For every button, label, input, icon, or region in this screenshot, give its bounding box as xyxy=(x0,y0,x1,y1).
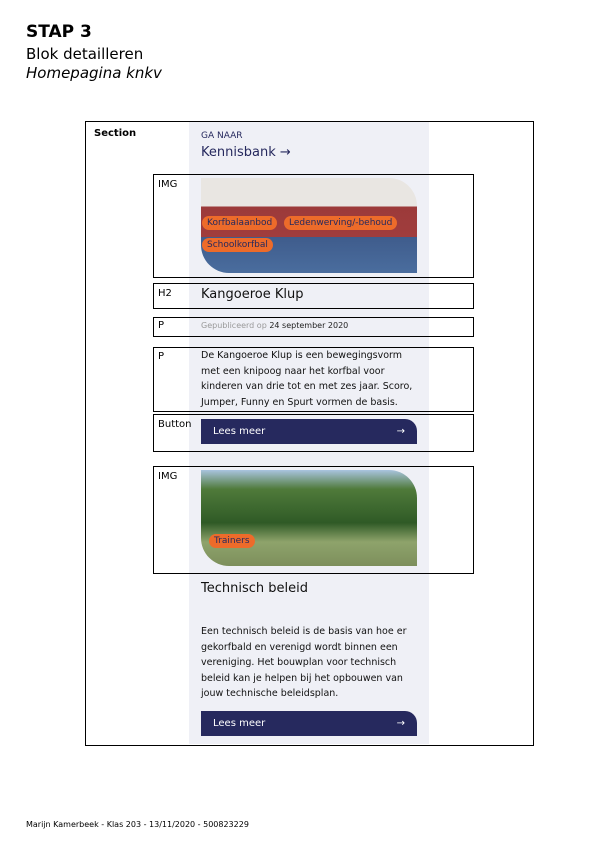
card-text: Een technisch beleid is de basis van hoe… xyxy=(201,626,407,699)
card-image-korfbal-hall: Korfbalaanbod Ledenwerving/-behoud Schoo… xyxy=(201,178,417,273)
read-more-button[interactable]: Lees meer → xyxy=(201,711,417,736)
kennisbank-link[interactable]: Kennisbank → xyxy=(201,145,291,160)
p-label: P xyxy=(158,320,165,331)
p-label: P xyxy=(158,351,165,362)
read-more-button[interactable]: Lees meer → xyxy=(201,419,417,444)
card-title: Technisch beleid xyxy=(201,581,308,596)
button-text: Lees meer xyxy=(213,718,266,729)
tag[interactable]: Schoolkorfbal xyxy=(202,238,273,252)
published-date: Gepubliceerd op 24 september 2020 xyxy=(201,321,348,330)
date: 24 september 2020 xyxy=(269,321,349,330)
card-title: Kangoeroe Klup xyxy=(201,287,304,302)
footer: Marijn Kamerbeek - Klas 203 - 13/11/2020… xyxy=(26,820,249,829)
card-image-korfbal-field: Trainers xyxy=(201,470,417,566)
tag[interactable]: Trainers xyxy=(209,534,255,548)
img-label: IMG xyxy=(158,471,178,482)
arrow-right-icon: → xyxy=(396,426,405,437)
button-label: Button xyxy=(158,419,192,430)
section-label: Section xyxy=(94,128,137,139)
img-label: IMG xyxy=(158,179,178,190)
step-title: STAP 3 xyxy=(26,22,92,42)
card-text: De Kangoeroe Klup is een bewegingsvorm m… xyxy=(201,350,413,408)
h2-label: H2 xyxy=(158,288,172,299)
published-label: Gepubliceerd op xyxy=(201,321,267,330)
goto-label: GA NAAR xyxy=(201,131,243,141)
button-text: Lees meer xyxy=(213,426,266,437)
arrow-right-icon: → xyxy=(396,718,405,729)
tag[interactable]: Korfbalaanbod xyxy=(202,216,278,230)
step-subtitle: Blok detailleren xyxy=(26,45,144,63)
tag[interactable]: Ledenwerving/-behoud xyxy=(284,216,398,230)
page-name: Homepagina knkv xyxy=(26,64,162,82)
